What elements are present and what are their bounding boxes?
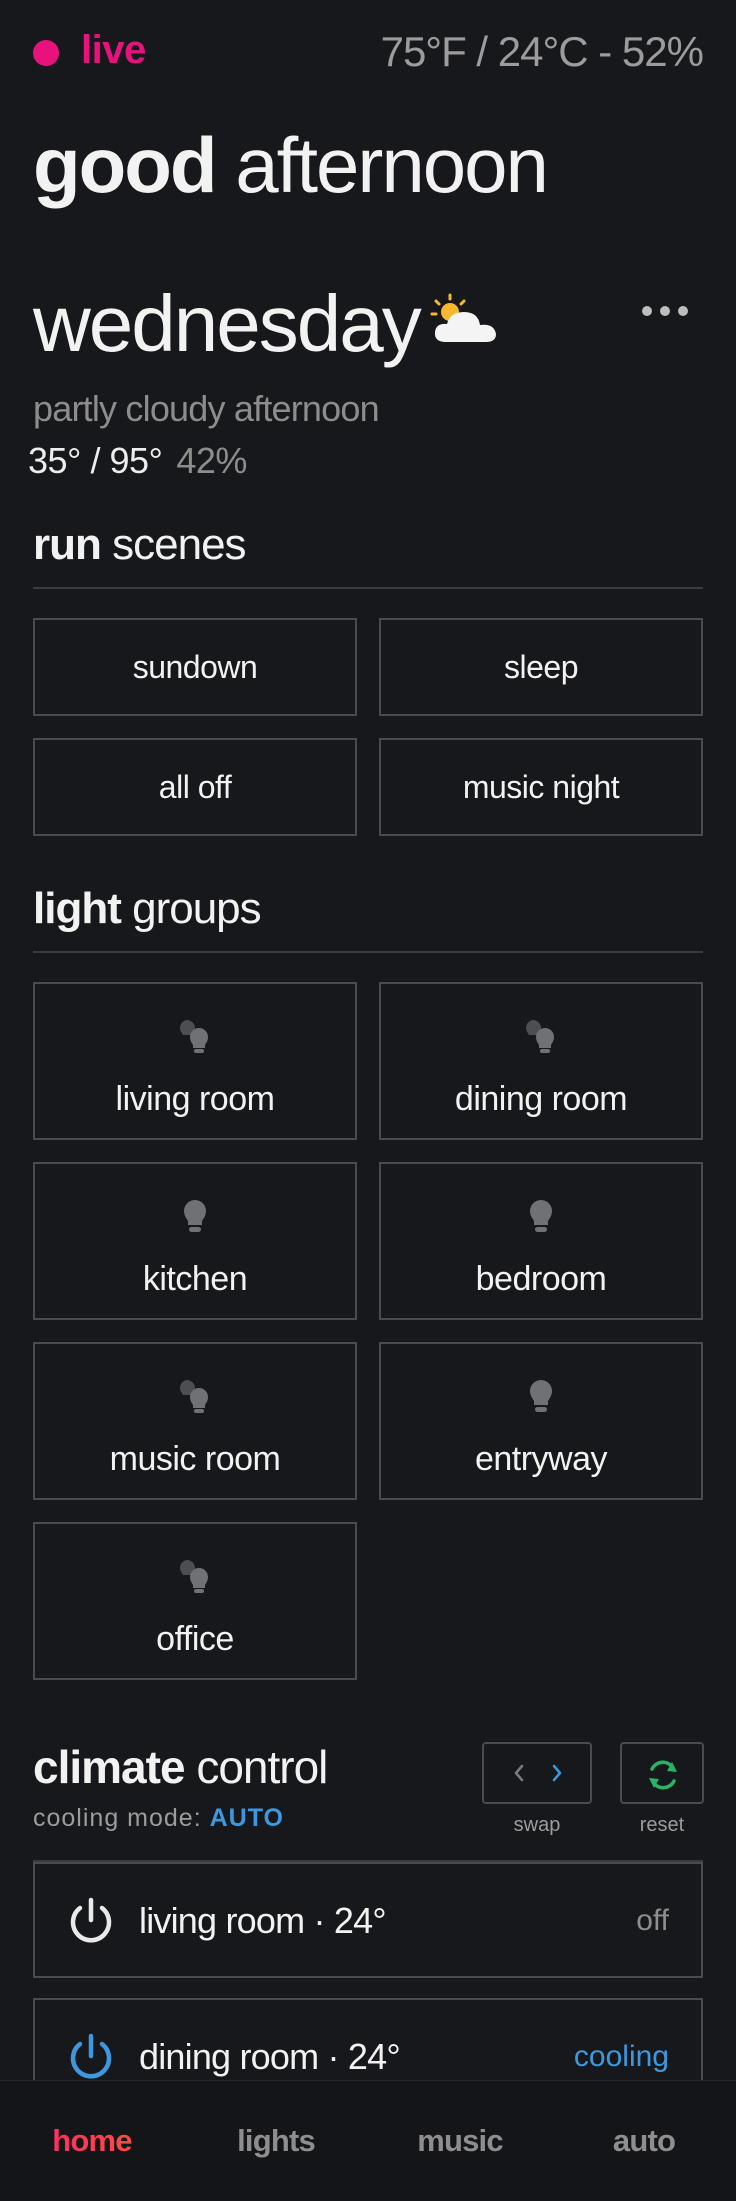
climate-room-status: cooling xyxy=(573,2040,669,2073)
nav-home[interactable]: home xyxy=(0,2123,184,2159)
power-icon[interactable] xyxy=(65,2032,117,2084)
bulb-icon xyxy=(530,1380,552,1412)
climate-room-name: dining room · 24° xyxy=(139,2036,401,2077)
climate-room-name: living room · 24° xyxy=(139,1900,387,1941)
refresh-icon xyxy=(649,1760,677,1790)
day-name: wednesday xyxy=(33,279,422,368)
greeting-rest: afternoon xyxy=(235,121,549,209)
light-groups-divider xyxy=(33,951,703,953)
climate-room-status: off xyxy=(636,1904,669,1937)
bulb-group-icon xyxy=(179,1380,208,1413)
scenes-title-rest: scenes xyxy=(112,520,246,569)
climate-title: climate control xyxy=(33,1740,328,1794)
scene-button-music-night[interactable]: music night xyxy=(379,738,703,836)
chevron-left-icon[interactable] xyxy=(512,1762,526,1784)
light-group-office[interactable]: office xyxy=(33,1522,357,1680)
light-group-label: bedroom xyxy=(475,1260,607,1298)
light-group-label: living room xyxy=(115,1080,275,1118)
chevron-right-icon[interactable] xyxy=(550,1762,564,1784)
climate-title-rest: control xyxy=(196,1741,328,1793)
power-icon[interactable] xyxy=(65,1896,117,1948)
bottom-nav: home lights music auto xyxy=(0,2080,736,2201)
temperature-range: 35° / 95° 42% xyxy=(28,440,247,482)
more-options-icon[interactable] xyxy=(640,300,690,322)
greeting-bold: good xyxy=(33,121,218,209)
light-group-bedroom[interactable]: bedroom xyxy=(379,1162,703,1320)
light-groups-title: light groups xyxy=(33,884,262,934)
scene-button-all-off[interactable]: all off xyxy=(33,738,357,836)
scenes-title: run scenes xyxy=(33,520,247,570)
light-group-label: entryway xyxy=(474,1440,608,1478)
light-group-dining-room[interactable]: dining room xyxy=(379,982,703,1140)
weather-condition: partly cloudy afternoon xyxy=(33,388,380,429)
bulb-group-icon xyxy=(525,1020,554,1053)
bulb-group-icon xyxy=(179,1020,208,1053)
status-bar: live 75°F / 24°C - 52% xyxy=(33,22,704,82)
light-group-music-room[interactable]: music room xyxy=(33,1342,357,1500)
light-groups-title-rest: groups xyxy=(132,884,262,933)
humidity-value: 42% xyxy=(176,440,247,481)
nav-auto[interactable]: auto xyxy=(552,2123,736,2159)
nav-music[interactable]: music xyxy=(368,2123,552,2159)
climate-title-bold: climate xyxy=(33,1741,186,1793)
live-label: live xyxy=(81,28,146,72)
cooling-mode-label: cooling mode: xyxy=(33,1804,202,1832)
light-group-kitchen[interactable]: kitchen xyxy=(33,1162,357,1320)
reset-label: reset xyxy=(639,1814,685,1836)
light-groups-title-bold: light xyxy=(33,884,122,933)
scenes-divider xyxy=(33,587,703,589)
scene-button-sundown[interactable]: sundown xyxy=(33,618,357,716)
light-group-living-room[interactable]: living room xyxy=(33,982,357,1140)
scene-button-sleep[interactable]: sleep xyxy=(379,618,703,716)
scenes-title-bold: run xyxy=(33,520,102,569)
bulb-group-icon xyxy=(179,1560,208,1593)
greeting: good afternoon xyxy=(33,120,549,211)
nav-lights[interactable]: lights xyxy=(184,2123,368,2159)
reset-button[interactable] xyxy=(620,1742,704,1804)
partly-cloudy-icon xyxy=(430,293,496,342)
light-group-entryway[interactable]: entryway xyxy=(379,1342,703,1500)
swap-label: swap xyxy=(513,1814,561,1836)
light-group-label: music room xyxy=(109,1440,281,1478)
climate-room-living-room[interactable]: living room · 24° off xyxy=(33,1862,703,1978)
live-indicator-dot xyxy=(33,40,59,66)
cooling-mode-value: AUTO xyxy=(209,1804,284,1832)
swap-button[interactable] xyxy=(482,1742,592,1804)
weather-summary: 75°F / 24°C - 52% xyxy=(380,28,704,75)
bulb-icon xyxy=(530,1200,552,1232)
light-group-label: dining room xyxy=(454,1080,628,1118)
light-group-label: kitchen xyxy=(142,1260,248,1298)
light-group-label: office xyxy=(156,1620,234,1658)
temp-range-value: 35° / 95° xyxy=(28,440,163,481)
bulb-icon xyxy=(184,1200,206,1232)
cooling-mode: cooling mode: AUTO xyxy=(33,1804,284,1833)
